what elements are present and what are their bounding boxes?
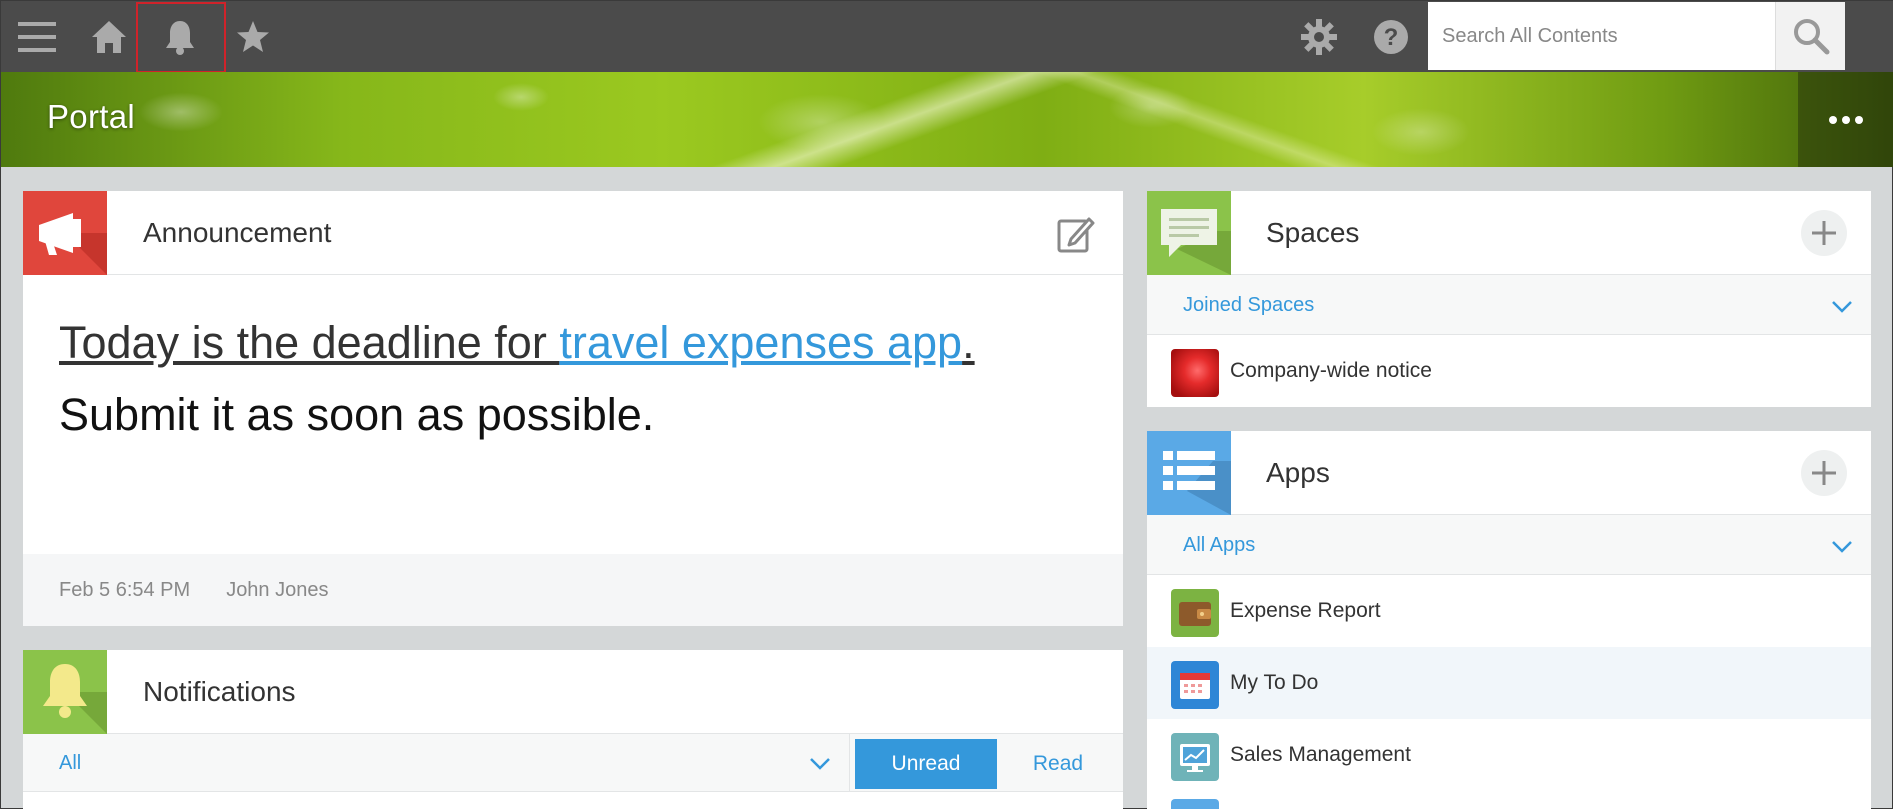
announcement-title: Announcement bbox=[143, 217, 332, 248]
hamburger-icon bbox=[18, 21, 56, 52]
app-item-sales-management[interactable]: Sales Management bbox=[1147, 719, 1871, 791]
announcement-panel: Announcement Today is the deadline for t… bbox=[23, 191, 1123, 626]
apps-title: Apps bbox=[1266, 457, 1330, 488]
search-icon bbox=[1793, 19, 1829, 55]
notifications-panel: Notifications All Unread Read bbox=[23, 650, 1123, 809]
spaces-filter-dropdown[interactable]: Joined Spaces bbox=[1147, 275, 1871, 335]
apps-header: Apps bbox=[1147, 431, 1871, 515]
announcement-text-line2: Submit it as soon as possible. bbox=[59, 389, 655, 440]
edit-icon bbox=[1057, 217, 1095, 253]
spaces-header: Spaces bbox=[1147, 191, 1871, 275]
app-item-label: My To Do bbox=[1230, 671, 1319, 694]
apps-filter-dropdown[interactable]: All Apps bbox=[1147, 515, 1871, 575]
calendar-icon bbox=[1171, 661, 1219, 709]
plus-icon bbox=[1812, 461, 1836, 485]
search-input[interactable] bbox=[1428, 2, 1775, 70]
announcement-footer: Feb 5 6:54 PM John Jones bbox=[23, 554, 1123, 626]
svg-text:?: ? bbox=[1384, 24, 1399, 51]
app-thumbnail bbox=[1171, 799, 1219, 809]
monitor-chart-icon bbox=[1171, 733, 1219, 781]
bell-icon bbox=[23, 650, 107, 734]
notifications-filter-bar: All Unread Read bbox=[23, 734, 1123, 792]
notifications-title: Notifications bbox=[143, 676, 296, 707]
help-button[interactable]: ? bbox=[1363, 1, 1419, 72]
apps-panel: Apps All Apps Expense Report My To Do Sa… bbox=[1147, 431, 1871, 809]
settings-button[interactable] bbox=[1291, 1, 1347, 72]
notifications-header: Notifications bbox=[23, 650, 1123, 734]
announcement-body: Today is the deadline for travel expense… bbox=[59, 307, 975, 451]
app-item-partial[interactable] bbox=[1147, 791, 1871, 809]
app-item-label: Sales Management bbox=[1230, 743, 1411, 766]
add-app-button[interactable] bbox=[1801, 450, 1847, 496]
notifications-filter-dropdown[interactable]: All bbox=[23, 734, 850, 792]
announcement-text: Today is the deadline for bbox=[59, 317, 560, 368]
announcement-date: Feb 5 6:54 PM bbox=[59, 579, 191, 601]
spaces-title: Spaces bbox=[1266, 217, 1360, 248]
notifications-button[interactable] bbox=[136, 1, 226, 73]
announcement-author: John Jones bbox=[226, 579, 329, 601]
space-thumbnail bbox=[1171, 349, 1219, 397]
announcement-text-period: . bbox=[962, 317, 975, 368]
read-tab-button[interactable]: Read bbox=[1008, 739, 1108, 789]
chat-bubble-icon bbox=[1147, 191, 1231, 275]
gear-icon bbox=[1301, 18, 1337, 55]
page-title: Portal bbox=[47, 98, 136, 135]
announcement-header: Announcement bbox=[23, 191, 1123, 275]
bell-icon bbox=[165, 20, 194, 55]
menu-button[interactable] bbox=[11, 1, 63, 72]
plus-icon bbox=[1812, 221, 1836, 245]
wallet-icon bbox=[1171, 589, 1219, 637]
notifications-filter-label: All bbox=[59, 752, 82, 774]
list-icon bbox=[1147, 431, 1231, 515]
app-item-label: Expense Report bbox=[1230, 599, 1381, 622]
spaces-panel: Spaces Joined Spaces Company-wide notice bbox=[1147, 191, 1871, 407]
unread-tab-button[interactable]: Unread bbox=[855, 739, 997, 789]
help-icon: ? bbox=[1374, 19, 1408, 54]
top-navigation-bar: ? bbox=[1, 1, 1893, 73]
more-dots-icon bbox=[1829, 115, 1863, 124]
travel-expenses-app-link[interactable]: travel expenses app bbox=[559, 317, 962, 368]
chevron-down-icon bbox=[1832, 301, 1852, 313]
apps-filter-label: All Apps bbox=[1183, 534, 1256, 556]
space-item-label: Company-wide notice bbox=[1230, 359, 1432, 382]
chevron-down-icon bbox=[1832, 541, 1852, 553]
search-button[interactable] bbox=[1775, 2, 1845, 70]
chevron-down-icon bbox=[810, 758, 830, 770]
space-item-company-wide-notice[interactable]: Company-wide notice bbox=[1147, 335, 1871, 407]
app-item-expense-report[interactable]: Expense Report bbox=[1147, 575, 1871, 647]
home-button[interactable] bbox=[81, 1, 137, 72]
favorites-button[interactable] bbox=[223, 1, 283, 72]
app-item-my-to-do[interactable]: My To Do bbox=[1147, 647, 1871, 719]
home-icon bbox=[92, 20, 126, 53]
spaces-filter-label: Joined Spaces bbox=[1183, 294, 1315, 316]
star-icon bbox=[237, 20, 269, 52]
portal-options-button[interactable] bbox=[1798, 72, 1893, 167]
edit-announcement-button[interactable] bbox=[1057, 215, 1095, 253]
portal-banner: Portal bbox=[1, 72, 1893, 167]
add-space-button[interactable] bbox=[1801, 210, 1847, 256]
megaphone-icon bbox=[23, 191, 107, 275]
